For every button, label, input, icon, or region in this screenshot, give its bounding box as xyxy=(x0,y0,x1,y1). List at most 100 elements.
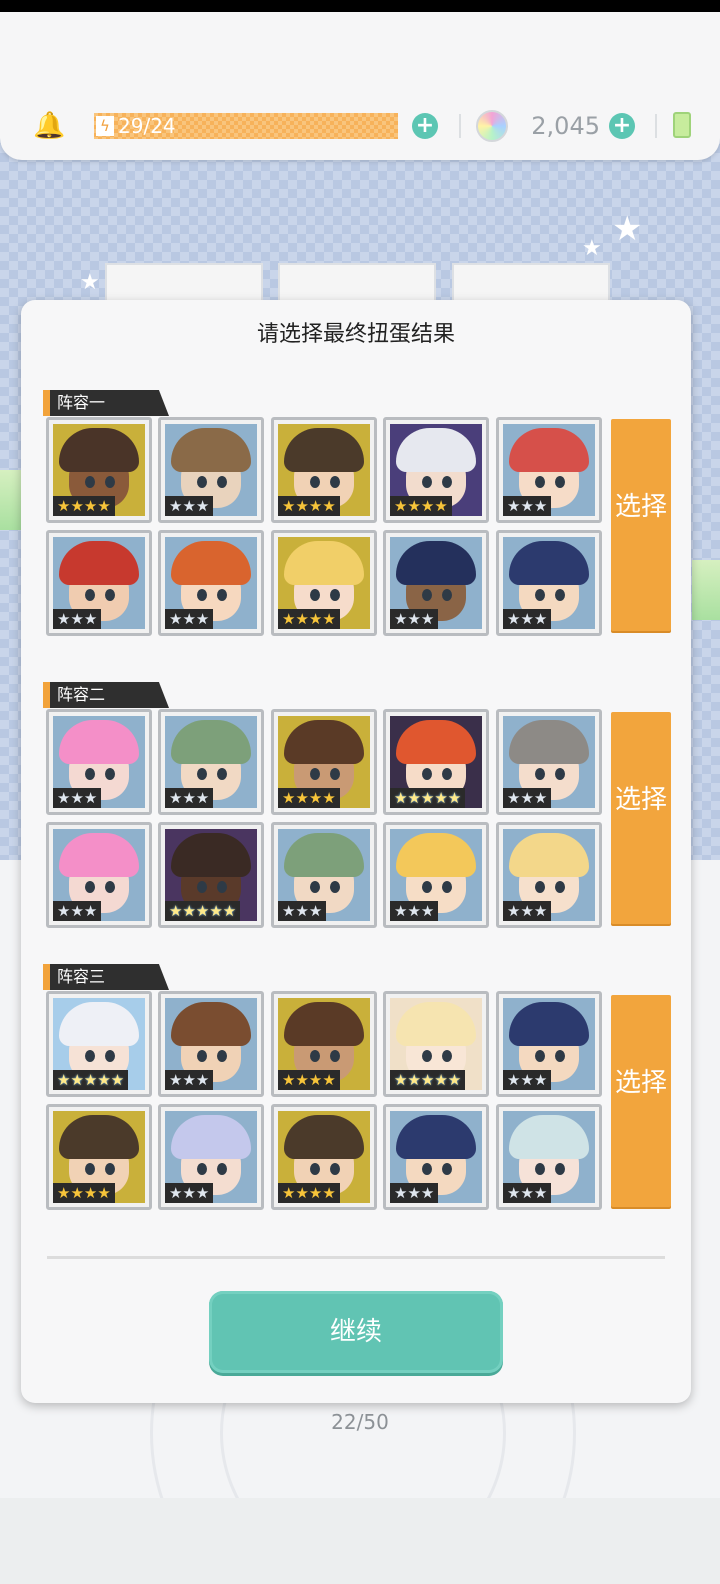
star-rating: ★★★ xyxy=(165,496,214,516)
character-portrait: ★★★ xyxy=(158,991,264,1097)
portrait-eye xyxy=(85,476,95,488)
bell-icon[interactable]: 🔔 xyxy=(33,112,65,140)
portrait-eye xyxy=(310,768,320,780)
dialog-divider xyxy=(47,1256,665,1259)
portrait-hair xyxy=(509,541,589,585)
portrait-eye xyxy=(422,476,432,488)
star-rating: ★★★ xyxy=(503,496,552,516)
select-lineup-button[interactable]: 选择 xyxy=(611,419,671,631)
portrait-eye xyxy=(535,1050,545,1062)
gacha-result-dialog: 请选择最终扭蛋结果 阵容一 ★★★★ ★★★ ★★★★ ★★★★ ★★★ ★★★ ★★★ ★★… xyxy=(21,300,691,1403)
star-decoration-icon: ★ xyxy=(582,236,602,261)
continue-button[interactable]: 继续 xyxy=(209,1291,503,1373)
battery-icon xyxy=(673,112,691,138)
character-portrait: ★★★ xyxy=(46,530,152,636)
portrait-hair xyxy=(396,541,476,585)
portrait-hair xyxy=(509,1002,589,1046)
star-rating: ★★★ xyxy=(165,1070,214,1090)
select-label: 选择 xyxy=(614,1068,667,1098)
character-portrait: ★★★★ xyxy=(271,1104,377,1210)
lineup-name: 阵容二 xyxy=(57,685,106,704)
portrait-eye xyxy=(535,881,545,893)
portrait-eye xyxy=(555,1050,565,1062)
character-portrait: ★★★ xyxy=(158,417,264,523)
add-stamina-button[interactable]: + xyxy=(412,113,438,139)
portrait-hair xyxy=(59,720,139,764)
portrait-eye xyxy=(105,881,115,893)
character-portrait: ★★★ xyxy=(496,417,602,523)
portrait-hair xyxy=(284,428,364,472)
portrait-eye xyxy=(197,1050,207,1062)
portrait-eye xyxy=(217,881,227,893)
portrait-hair xyxy=(59,833,139,877)
star-rating: ★★★ xyxy=(53,901,102,921)
star-rating: ★★★ xyxy=(278,901,327,921)
portrait-eye xyxy=(85,589,95,601)
portrait-eye xyxy=(85,881,95,893)
select-lineup-button[interactable]: 选择 xyxy=(611,995,671,1207)
star-rating: ★★★★ xyxy=(278,1183,340,1203)
portrait-eye xyxy=(197,589,207,601)
star-rating: ★★★★ xyxy=(53,1183,115,1203)
character-portrait: ★★★ xyxy=(383,530,489,636)
portrait-hair xyxy=(171,833,251,877)
star-rating: ★★★★ xyxy=(278,1070,340,1090)
character-portrait: ★★★ xyxy=(158,530,264,636)
portrait-hair xyxy=(396,428,476,472)
portrait-hair xyxy=(509,720,589,764)
top-status-bar: 🔔 ϟ 29/24 + 2,045 + xyxy=(0,0,720,160)
portrait-eye xyxy=(330,1050,340,1062)
portrait-eye xyxy=(422,1050,432,1062)
portrait-eye xyxy=(85,768,95,780)
stamina-value: 29/24 xyxy=(118,114,176,138)
portrait-eye xyxy=(105,1163,115,1175)
lightning-icon: ϟ xyxy=(96,116,114,136)
portrait-eye xyxy=(535,1163,545,1175)
dialog-title: 请选择最终扭蛋结果 xyxy=(256,322,455,347)
portrait-hair xyxy=(59,1002,139,1046)
add-gems-button[interactable]: + xyxy=(609,113,635,139)
portrait-eye xyxy=(330,881,340,893)
portrait-eye xyxy=(535,768,545,780)
portrait-hair xyxy=(59,428,139,472)
character-portrait: ★★★★ xyxy=(46,417,152,523)
star-rating: ★★★★ xyxy=(278,609,340,629)
star-rating: ★★★★ xyxy=(278,496,340,516)
portrait-eye xyxy=(197,1163,207,1175)
portrait-eye xyxy=(330,589,340,601)
portrait-eye xyxy=(330,476,340,488)
character-portrait: ★★★★★ xyxy=(46,991,152,1097)
portrait-eye xyxy=(217,1163,227,1175)
character-portrait: ★★★ xyxy=(496,1104,602,1210)
star-rating: ★★★ xyxy=(165,609,214,629)
character-portrait: ★★★ xyxy=(496,530,602,636)
select-lineup-button[interactable]: 选择 xyxy=(611,712,671,924)
portrait-eye xyxy=(105,589,115,601)
portrait-hair xyxy=(284,720,364,764)
lineup-name: 阵容一 xyxy=(57,393,106,412)
character-portrait: ★★★★ xyxy=(271,417,377,523)
character-portrait: ★★★ xyxy=(271,822,377,928)
star-rating: ★★★★★ xyxy=(390,788,466,808)
lineup-tag: 阵容二 xyxy=(43,682,169,708)
portrait-eye xyxy=(442,589,452,601)
portrait-eye xyxy=(310,1163,320,1175)
star-rating: ★★★ xyxy=(165,1183,214,1203)
portrait-hair xyxy=(171,1115,251,1159)
character-portrait: ★★★ xyxy=(383,1104,489,1210)
portrait-eye xyxy=(197,768,207,780)
portrait-eye xyxy=(217,589,227,601)
portrait-hair xyxy=(396,1115,476,1159)
portrait-hair xyxy=(171,1002,251,1046)
character-portrait: ★★★★ xyxy=(271,530,377,636)
character-portrait: ★★★ xyxy=(158,1104,264,1210)
character-portrait: ★★★★ xyxy=(46,1104,152,1210)
portrait-eye xyxy=(422,589,432,601)
portrait-eye xyxy=(217,476,227,488)
character-portrait: ★★★ xyxy=(46,822,152,928)
portrait-eye xyxy=(217,768,227,780)
star-rating: ★★★ xyxy=(503,1070,552,1090)
draw-progress: 22/50 xyxy=(331,1410,389,1434)
portrait-hair xyxy=(171,541,251,585)
portrait-eye xyxy=(105,1050,115,1062)
